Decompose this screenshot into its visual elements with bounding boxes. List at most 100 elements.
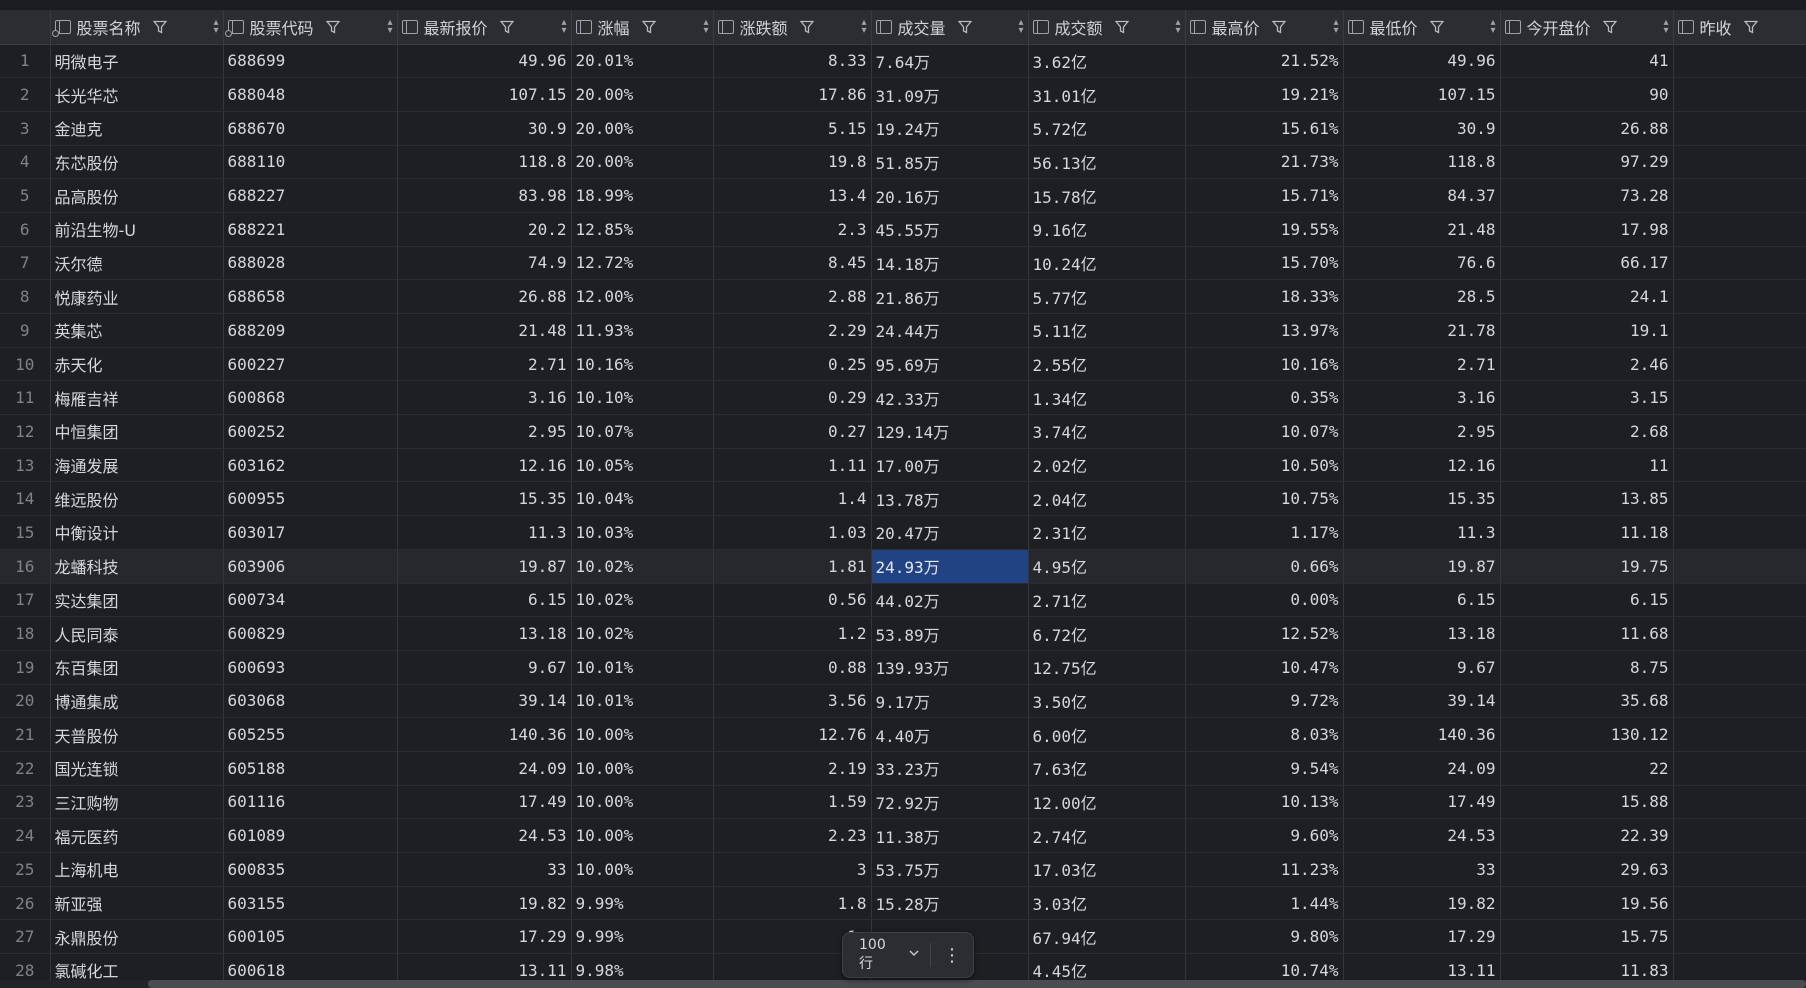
cell-low[interactable]: 33 xyxy=(1343,852,1501,887)
table-row[interactable]: 23 三江购物 601116 17.49 10.00% 1.59 72.92万 12.00亿 1… xyxy=(0,785,1806,820)
cell-code[interactable]: 688221 xyxy=(223,212,398,247)
cell-prev[interactable]: 1 xyxy=(1673,953,1806,980)
cell-low[interactable]: 17.29 xyxy=(1343,919,1501,955)
cell-vol[interactable]: 139.93万 xyxy=(871,650,1029,685)
cell-code[interactable]: 600829 xyxy=(223,616,398,651)
cell-amt[interactable]: 6.00亿 xyxy=(1028,717,1186,752)
cell-vol[interactable]: 51.85万 xyxy=(871,145,1029,180)
cell-low[interactable]: 9.67 xyxy=(1343,650,1501,685)
cell-code[interactable]: 601089 xyxy=(223,818,398,853)
cell-pct[interactable]: 10.00% xyxy=(571,751,714,786)
table-row[interactable]: 22 国光连锁 605188 24.09 10.00% 2.19 33.23万 7.63亿 9.… xyxy=(0,751,1806,786)
cell-high[interactable]: 9.54% xyxy=(1185,751,1344,786)
table-row[interactable]: 26 新亚强 603155 19.82 9.99% 1.8 15.28万 3.03亿 1.44%… xyxy=(0,886,1806,921)
table-row[interactable]: 7 沃尔德 688028 74.9 12.72% 8.45 14.18万 10.24亿 15.7… xyxy=(0,246,1806,281)
cell-chg[interactable]: 0.29 xyxy=(713,380,872,416)
cell-code[interactable]: 688028 xyxy=(223,246,398,281)
sort-icon[interactable]: ▴ ▾ xyxy=(561,17,566,35)
cell-chg[interactable]: 0.56 xyxy=(713,583,872,618)
cell-vol[interactable]: 31.09万 xyxy=(871,77,1029,112)
cell-pct[interactable]: 11.93% xyxy=(571,313,714,348)
cell-price[interactable]: 17.29 xyxy=(397,919,572,955)
cell-vol[interactable]: 11.38万 xyxy=(871,818,1029,853)
cell-chg[interactable]: 0.27 xyxy=(713,414,872,449)
cell-low[interactable]: 19.82 xyxy=(1343,886,1501,921)
sort-icon[interactable]: ▴ ▾ xyxy=(703,17,708,35)
cell-open[interactable]: 22 xyxy=(1500,751,1674,786)
cell-pct[interactable]: 10.00% xyxy=(571,852,714,887)
cell-high[interactable]: 10.47% xyxy=(1185,650,1344,685)
cell-low[interactable]: 39.14 xyxy=(1343,684,1501,719)
cell-high[interactable]: 0.00% xyxy=(1185,583,1344,618)
cell-code[interactable]: 605188 xyxy=(223,751,398,786)
cell-vol[interactable]: 13.78万 xyxy=(871,481,1029,517)
cell-prev[interactable]: 8. xyxy=(1673,650,1806,685)
sort-icon[interactable]: ▴ ▾ xyxy=(1333,17,1338,35)
cell-low[interactable]: 13.18 xyxy=(1343,616,1501,651)
cell-vol[interactable]: 20.47万 xyxy=(871,515,1029,550)
cell-open[interactable]: 19.56 xyxy=(1500,886,1674,921)
cell-vol[interactable]: 9.17万 xyxy=(871,684,1029,719)
cell-code[interactable]: 688699 xyxy=(223,44,398,79)
cell-prev[interactable]: 22. xyxy=(1673,818,1806,853)
cell-open[interactable]: 15.88 xyxy=(1500,785,1674,820)
cell-open[interactable]: 2.68 xyxy=(1500,414,1674,449)
cell-vol[interactable]: 95.69万 xyxy=(871,347,1029,382)
cell-name[interactable]: 悦康药业 xyxy=(50,279,224,314)
column-header-prev[interactable]: 昨收▴▾ xyxy=(1673,10,1806,45)
cell-prev[interactable]: 90 xyxy=(1673,77,1806,112)
table-row[interactable]: 12 中恒集团 600252 2.95 10.07% 0.27 129.14万 3.74亿 10… xyxy=(0,414,1806,449)
cell-vol[interactable]: 44.02万 xyxy=(871,583,1029,618)
cell-name[interactable]: 氯碱化工 xyxy=(50,953,224,980)
cell-prev[interactable]: 71 xyxy=(1673,178,1806,213)
cell-code[interactable]: 600252 xyxy=(223,414,398,449)
cell-amt[interactable]: 2.04亿 xyxy=(1028,481,1186,517)
cell-code[interactable]: 600955 xyxy=(223,481,398,517)
filter-icon[interactable] xyxy=(1429,20,1444,34)
cell-price[interactable]: 19.82 xyxy=(397,886,572,921)
cell-high[interactable]: 21.52% xyxy=(1185,44,1344,79)
cell-open[interactable]: 8.75 xyxy=(1500,650,1674,685)
cell-low[interactable]: 3.16 xyxy=(1343,380,1501,416)
cell-amt[interactable]: 3.03亿 xyxy=(1028,886,1186,921)
cell-name[interactable]: 品高股份 xyxy=(50,178,224,213)
cell-amt[interactable]: 5.77亿 xyxy=(1028,279,1186,314)
column-header-price[interactable]: 最新报价 ▴ ▾ xyxy=(397,10,572,45)
cell-prev[interactable]: 35. xyxy=(1673,684,1806,719)
cell-name[interactable]: 维远股份 xyxy=(50,481,224,517)
cell-low[interactable]: 24.53 xyxy=(1343,818,1501,853)
cell-vol[interactable]: 14.18万 xyxy=(871,246,1029,281)
cell-code[interactable]: 600618 xyxy=(223,953,398,980)
table-row[interactable]: 17 实达集团 600734 6.15 10.02% 0.56 44.02万 2.71亿 0.0… xyxy=(0,583,1806,618)
table-row[interactable]: 20 博通集成 603068 39.14 10.01% 3.56 9.17万 3.50亿 9.7… xyxy=(0,684,1806,719)
cell-chg[interactable]: 2.19 xyxy=(713,751,872,786)
cell-price[interactable]: 39.14 xyxy=(397,684,572,719)
cell-open[interactable]: 3.15 xyxy=(1500,380,1674,416)
cell-open[interactable]: 130.12 xyxy=(1500,717,1674,752)
sort-icon[interactable]: ▴ ▾ xyxy=(861,17,866,35)
cell-low[interactable]: 21.78 xyxy=(1343,313,1501,348)
cell-vol[interactable]: 4.40万 xyxy=(871,717,1029,752)
table-row[interactable]: 13 海通发展 603162 12.16 10.05% 1.11 17.00万 2.02亿 10… xyxy=(0,448,1806,483)
cell-low[interactable]: 107.15 xyxy=(1343,77,1501,112)
cell-chg[interactable]: 17.86 xyxy=(713,77,872,112)
cell-open[interactable]: 13.85 xyxy=(1500,481,1674,517)
cell-prev[interactable]: 24. xyxy=(1673,279,1806,314)
cell-pct[interactable]: 12.00% xyxy=(571,279,714,314)
cell-price[interactable]: 20.2 xyxy=(397,212,572,247)
cell-name[interactable]: 赤天化 xyxy=(50,347,224,382)
cell-amt[interactable]: 9.16亿 xyxy=(1028,212,1186,247)
cell-pct[interactable]: 9.98% xyxy=(571,953,714,980)
cell-price[interactable]: 33 xyxy=(397,852,572,887)
cell-chg[interactable]: 1.2 xyxy=(713,616,872,651)
cell-prev[interactable]: 6.1 xyxy=(1673,583,1806,618)
cell-high[interactable]: 8.03% xyxy=(1185,717,1344,752)
table-row[interactable]: 4 东芯股份 688110 118.8 20.00% 19.8 51.85万 56.13亿 21… xyxy=(0,145,1806,180)
cell-amt[interactable]: 7.63亿 xyxy=(1028,751,1186,786)
cell-chg[interactable]: 2.88 xyxy=(713,279,872,314)
cell-name[interactable]: 长光华芯 xyxy=(50,77,224,112)
cell-price[interactable]: 13.18 xyxy=(397,616,572,651)
cell-prev[interactable]: 131.4 xyxy=(1673,717,1806,752)
cell-open[interactable]: 41 xyxy=(1500,44,1674,79)
cell-code[interactable]: 605255 xyxy=(223,717,398,752)
